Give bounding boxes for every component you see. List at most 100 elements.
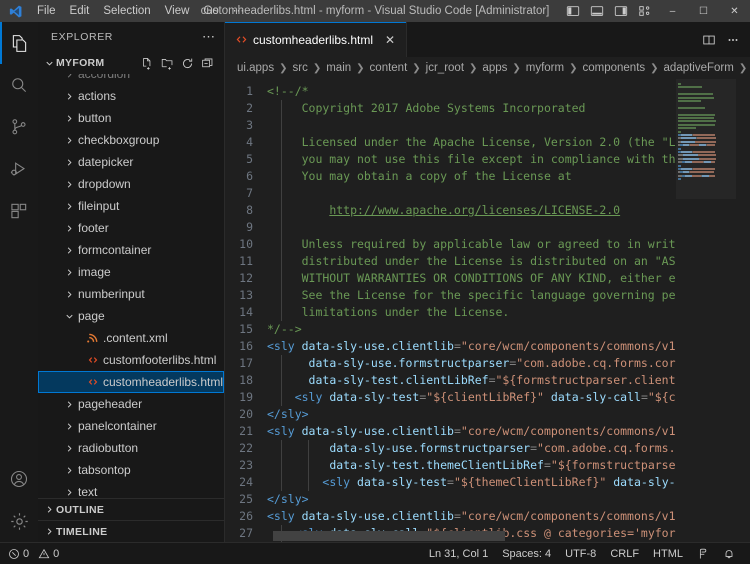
status-notifications[interactable] bbox=[716, 543, 742, 564]
minimap-slider[interactable] bbox=[676, 79, 736, 199]
code-line[interactable]: 2 Copyright 2017 Adobe Systems Incorpora… bbox=[225, 100, 676, 117]
horizontal-scrollbar[interactable] bbox=[225, 530, 602, 542]
status-cursor-position[interactable]: Ln 31, Col 1 bbox=[422, 543, 495, 564]
code-line[interactable]: 24 <sly data-sly-test="${themeClientLibR… bbox=[225, 474, 676, 491]
overview-ruler[interactable] bbox=[736, 79, 750, 542]
new-file-icon[interactable] bbox=[138, 54, 156, 72]
more-actions-icon[interactable] bbox=[722, 26, 744, 54]
menu-selection[interactable]: Selection bbox=[96, 0, 157, 22]
code-line[interactable]: 21<sly data-sly-use.clientlib="core/wcm/… bbox=[225, 423, 676, 440]
timeline-panel-header[interactable]: TIMELINE bbox=[38, 520, 224, 542]
tree-item-image[interactable]: image bbox=[38, 261, 224, 283]
code-line[interactable]: 9 bbox=[225, 219, 676, 236]
menu-more[interactable]: ⋯ bbox=[226, 0, 252, 22]
code-line[interactable]: 26<sly data-sly-use.clientlib="core/wcm/… bbox=[225, 508, 676, 525]
outline-panel-header[interactable]: OUTLINE bbox=[38, 498, 224, 520]
activity-source-control[interactable] bbox=[0, 106, 38, 148]
tree-item-page[interactable]: page bbox=[38, 305, 224, 327]
code-editor[interactable]: 1<!--/*2 Copyright 2017 Adobe Systems In… bbox=[225, 79, 750, 542]
tree-item-footer[interactable]: footer bbox=[38, 217, 224, 239]
split-editor-icon[interactable] bbox=[698, 26, 720, 54]
code-line[interactable]: 10 Unless required by applicable law or … bbox=[225, 236, 676, 253]
code-line[interactable]: 17 data-sly-use.formstructparser="com.ad… bbox=[225, 355, 676, 372]
code-line[interactable]: 11 distributed under the License is dist… bbox=[225, 253, 676, 270]
status-prettier[interactable] bbox=[690, 543, 716, 564]
code-line[interactable]: 18 data-sly-test.clientLibRef="${formstr… bbox=[225, 372, 676, 389]
code-line[interactable]: 14 limitations under the License. bbox=[225, 304, 676, 321]
activity-accounts[interactable] bbox=[0, 458, 38, 500]
code-line[interactable]: 1<!--/* bbox=[225, 83, 676, 100]
activity-explorer[interactable] bbox=[0, 22, 38, 64]
breadcrumb-item[interactable]: adaptiveForm bbox=[664, 62, 734, 74]
sidebar-more-actions-icon[interactable]: ⋯ bbox=[202, 29, 216, 45]
tree-item-numberinput[interactable]: numberinput bbox=[38, 283, 224, 305]
activity-run-and-debug[interactable] bbox=[0, 148, 38, 190]
minimize-button[interactable]: – bbox=[657, 0, 688, 22]
status-indentation[interactable]: Spaces: 4 bbox=[495, 543, 558, 564]
code-line[interactable]: 16<sly data-sly-use.clientlib="core/wcm/… bbox=[225, 338, 676, 355]
code-line[interactable]: 7 bbox=[225, 185, 676, 202]
toggle-primary-sidebar-icon[interactable] bbox=[561, 0, 585, 22]
code-line[interactable]: 3 bbox=[225, 117, 676, 134]
code-line[interactable]: 25</sly> bbox=[225, 491, 676, 508]
code-line[interactable]: 23 data-sly-test.themeClientLibRef="${fo… bbox=[225, 457, 676, 474]
tree-item-checkboxgroup[interactable]: checkboxgroup bbox=[38, 129, 224, 151]
tree-item-fileinput[interactable]: fileinput bbox=[38, 195, 224, 217]
breadcrumb-item[interactable]: apps bbox=[482, 62, 507, 74]
toggle-panel-icon[interactable] bbox=[585, 0, 609, 22]
breadcrumb-item[interactable]: ui.apps bbox=[237, 62, 274, 74]
tree-item-accordion[interactable]: accordion bbox=[38, 74, 224, 85]
tree-item-customheaderlibs-html[interactable]: customheaderlibs.html bbox=[38, 371, 224, 393]
code-line[interactable]: 19 <sly data-sly-test="${clientLibRef}" … bbox=[225, 389, 676, 406]
collapse-all-icon[interactable] bbox=[198, 54, 216, 72]
breadcrumb[interactable]: ui.apps❯src❯main❯content❯jcr_root❯apps❯m… bbox=[225, 57, 750, 79]
tree-item-dropdown[interactable]: dropdown bbox=[38, 173, 224, 195]
status-language-mode[interactable]: HTML bbox=[646, 543, 690, 564]
code-line[interactable]: 4 Licensed under the Apache License, Ver… bbox=[225, 134, 676, 151]
menu-go[interactable]: Go bbox=[196, 0, 225, 22]
code-lines[interactable]: 1<!--/*2 Copyright 2017 Adobe Systems In… bbox=[225, 83, 676, 542]
minimap[interactable] bbox=[676, 79, 736, 542]
tree-item-button[interactable]: button bbox=[38, 107, 224, 129]
tree-item-panelcontainer[interactable]: panelcontainer bbox=[38, 415, 224, 437]
activity-manage-settings[interactable] bbox=[0, 500, 38, 542]
tree-item-formcontainer[interactable]: formcontainer bbox=[38, 239, 224, 261]
activity-extensions[interactable] bbox=[0, 190, 38, 232]
maximize-button[interactable]: ☐ bbox=[688, 0, 719, 22]
code-line[interactable]: 8 http://www.apache.org/licenses/LICENSE… bbox=[225, 202, 676, 219]
menu-file[interactable]: File bbox=[30, 0, 63, 22]
code-line[interactable]: 20</sly> bbox=[225, 406, 676, 423]
menu-view[interactable]: View bbox=[158, 0, 197, 22]
tab-customheaderlibs-html[interactable]: customheaderlibs.html ✕ bbox=[225, 22, 407, 57]
refresh-icon[interactable] bbox=[178, 54, 196, 72]
code-line[interactable]: 6 You may obtain a copy of the License a… bbox=[225, 168, 676, 185]
breadcrumb-item[interactable]: main bbox=[326, 62, 351, 74]
tree-item-datepicker[interactable]: datepicker bbox=[38, 151, 224, 173]
tree-item-radiobutton[interactable]: radiobutton bbox=[38, 437, 224, 459]
status-problems[interactable]: 0 0 bbox=[8, 543, 66, 564]
tree-item-tabsontop[interactable]: tabsontop bbox=[38, 459, 224, 481]
status-encoding[interactable]: UTF-8 bbox=[558, 543, 603, 564]
breadcrumb-item[interactable]: myform bbox=[526, 62, 564, 74]
code-line[interactable]: 5 you may not use this file except in co… bbox=[225, 151, 676, 168]
horizontal-scrollbar-thumb[interactable] bbox=[273, 531, 505, 541]
close-button[interactable]: ✕ bbox=[719, 0, 750, 22]
activity-search[interactable] bbox=[0, 64, 38, 106]
code-scroll-region[interactable]: 1<!--/*2 Copyright 2017 Adobe Systems In… bbox=[225, 79, 676, 542]
tree-item-customfooterlibs-html[interactable]: customfooterlibs.html bbox=[38, 349, 224, 371]
tree-item-pageheader[interactable]: pageheader bbox=[38, 393, 224, 415]
file-tree[interactable]: accordionactionsbuttoncheckboxgroupdatep… bbox=[38, 74, 224, 498]
code-line[interactable]: 13 See the License for the specific lang… bbox=[225, 287, 676, 304]
tree-item-text[interactable]: text bbox=[38, 481, 224, 498]
code-line[interactable]: 22 data-sly-use.formstructparser="com.ad… bbox=[225, 440, 676, 457]
tab-close-icon[interactable]: ✕ bbox=[382, 32, 398, 48]
customize-layout-icon[interactable] bbox=[633, 0, 657, 22]
tree-item-content-xml[interactable]: .content.xml bbox=[38, 327, 224, 349]
tree-item-actions[interactable]: actions bbox=[38, 85, 224, 107]
status-eol[interactable]: CRLF bbox=[603, 543, 646, 564]
breadcrumb-item[interactable]: content bbox=[370, 62, 408, 74]
breadcrumb-item[interactable]: jcr_root bbox=[426, 62, 464, 74]
code-line[interactable]: 15*/--> bbox=[225, 321, 676, 338]
folder-section-myform[interactable]: MYFORM bbox=[38, 52, 224, 74]
code-line[interactable]: 12 WITHOUT WARRANTIES OR CONDITIONS OF A… bbox=[225, 270, 676, 287]
